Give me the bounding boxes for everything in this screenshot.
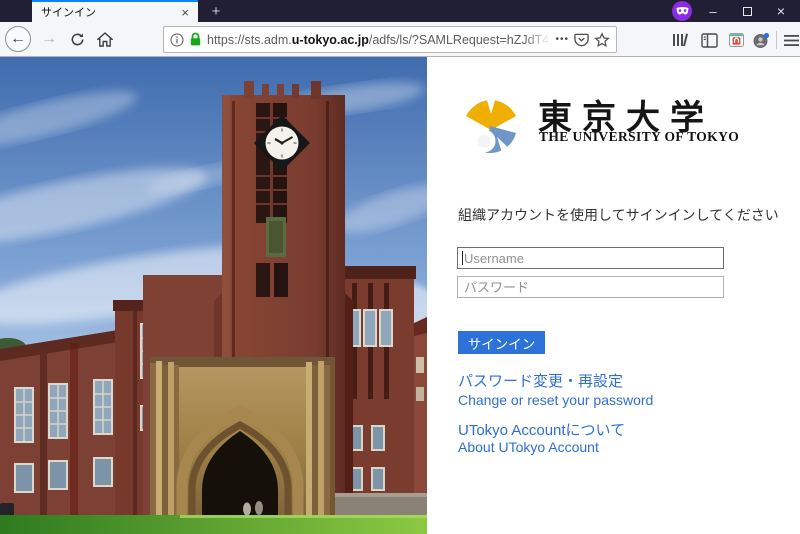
- https-lock-icon[interactable]: [189, 32, 202, 47]
- about-account-link-en[interactable]: About UTokyo Account: [458, 439, 599, 455]
- menu-hamburger-icon[interactable]: [779, 28, 800, 52]
- page-content: 東京大学 THE UNIVERSITY OF TOKYO 組織アカウントを使用し…: [0, 57, 800, 534]
- url-prefix: https://sts.adm.: [207, 33, 292, 47]
- utokyo-ginkgo-logo: [461, 86, 527, 158]
- text-caret: [462, 251, 463, 265]
- back-button[interactable]: ←: [5, 26, 31, 52]
- url-suffix: /adfs/ls/?SAMLRequest=hZJdT4MwFIb9: [369, 33, 551, 47]
- private-browsing-mask-icon: [672, 1, 692, 21]
- minimize-button[interactable]: –: [698, 0, 728, 22]
- extension-account-icon[interactable]: [749, 28, 773, 52]
- toolbar-separator: [776, 31, 777, 49]
- signin-button[interactable]: サインイン: [458, 331, 545, 354]
- tab-title: サインイン: [41, 4, 178, 20]
- page-actions-icon[interactable]: •••: [555, 34, 569, 45]
- tab-bar: サインイン × + – ×: [0, 0, 800, 22]
- url-domain: u-tokyo.ac.jp: [292, 33, 369, 47]
- home-button[interactable]: [92, 26, 118, 52]
- reload-button[interactable]: [64, 26, 90, 52]
- yasuda-auditorium-photo: [0, 57, 427, 534]
- about-account-link-ja[interactable]: UTokyo Accountについて: [458, 419, 625, 440]
- address-bar[interactable]: https://sts.adm.u-tokyo.ac.jp/adfs/ls/?S…: [163, 26, 617, 53]
- maximize-icon: [743, 7, 752, 16]
- url-fade: [524, 32, 550, 48]
- tab-close-icon[interactable]: ×: [178, 6, 192, 19]
- username-input[interactable]: [457, 247, 724, 269]
- close-window-button[interactable]: ×: [766, 0, 796, 22]
- password-input[interactable]: [457, 276, 724, 298]
- tab-signin[interactable]: サインイン ×: [32, 0, 198, 22]
- new-tab-button[interactable]: +: [204, 0, 228, 22]
- sidebar-toggle-icon[interactable]: [697, 28, 721, 52]
- forward-button[interactable]: →: [36, 26, 62, 52]
- url-text[interactable]: https://sts.adm.u-tokyo.ac.jp/adfs/ls/?S…: [207, 32, 550, 48]
- maximize-button[interactable]: [732, 0, 762, 22]
- extension-capture-icon[interactable]: [724, 28, 748, 52]
- site-info-icon[interactable]: [170, 33, 184, 47]
- library-icon[interactable]: [668, 28, 692, 52]
- pocket-icon[interactable]: [574, 32, 589, 47]
- browser-window: サインイン × + – × ← →: [0, 0, 800, 534]
- bookmark-star-icon[interactable]: [594, 32, 610, 48]
- university-name-english: THE UNIVERSITY OF TOKYO: [539, 129, 739, 145]
- password-change-link-ja[interactable]: パスワード変更・再設定: [458, 370, 623, 391]
- signin-instruction: 組織アカウントを使用してサインインしてください: [458, 205, 779, 225]
- password-change-link-en[interactable]: Change or reset your password: [458, 392, 653, 408]
- navigation-toolbar: ← → https://sts.adm.u-tokyo.ac.jp/adfs/l…: [0, 22, 800, 57]
- entrance-arch: [150, 357, 335, 525]
